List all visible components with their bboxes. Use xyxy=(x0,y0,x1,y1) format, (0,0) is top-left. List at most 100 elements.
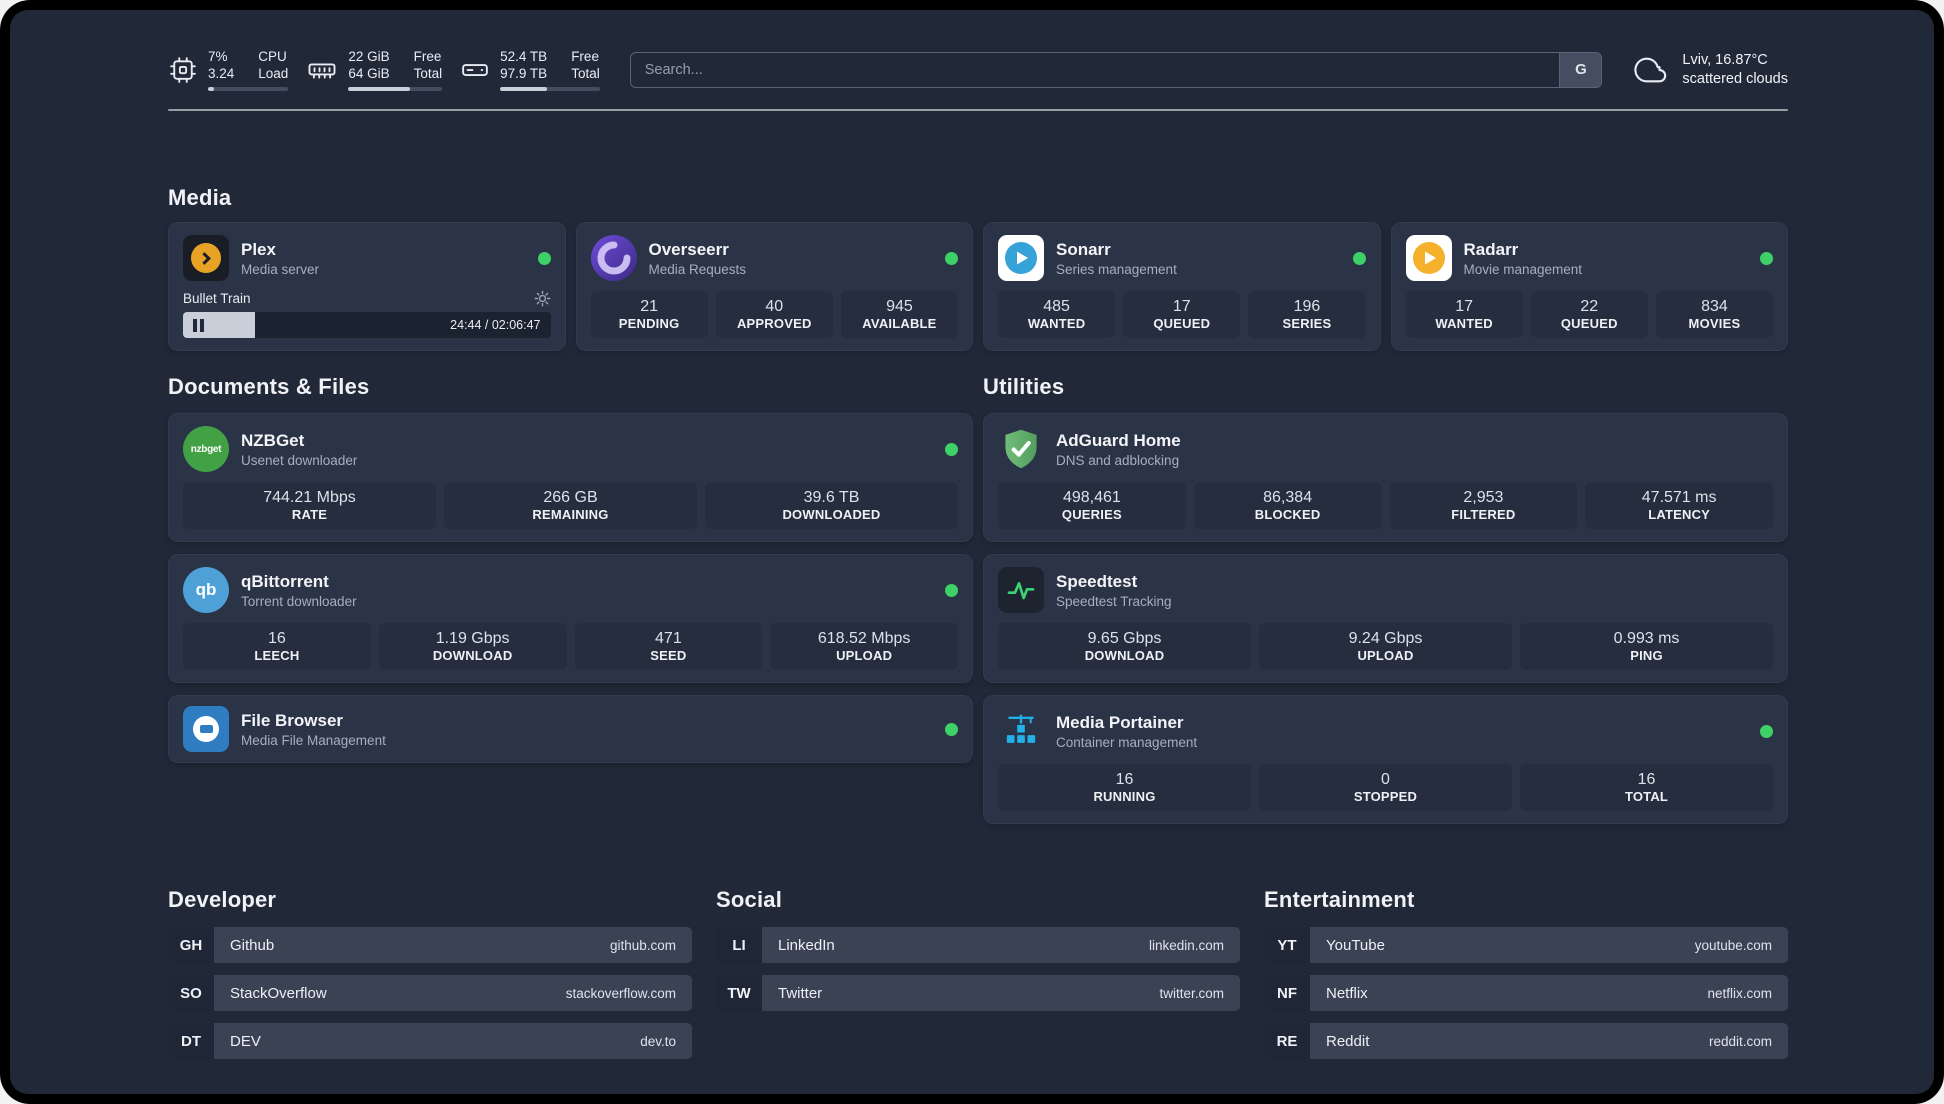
weather-condition: scattered clouds xyxy=(1682,70,1788,87)
status-dot-online xyxy=(1760,724,1773,738)
bookmark-badge: SO xyxy=(168,975,214,1011)
app-name: File Browser xyxy=(241,710,344,730)
app-card-plex[interactable]: Plex Media server Bullet Train 24:44 / 0… xyxy=(168,222,566,351)
app-card-speedtest[interactable]: Speedtest Speedtest Tracking 9.65 Gbps D… xyxy=(983,554,1788,683)
search-engine-button[interactable]: G xyxy=(1559,52,1602,87)
bookmark-badge: NF xyxy=(1264,975,1310,1011)
app-subtitle: Speedtest Tracking xyxy=(1056,593,1172,609)
section-documents: Documents & Files nzbget NZBGet Usenet d… xyxy=(168,374,973,763)
stat-label: UPLOAD xyxy=(836,648,893,663)
stat-label: PING xyxy=(1630,648,1663,663)
playback-progress-bar[interactable]: 24:44 / 02:06:47 xyxy=(183,312,551,338)
portainer-icon xyxy=(998,708,1044,754)
bookmark-badge: YT xyxy=(1264,927,1310,963)
app-card-nzbget[interactable]: nzbget NZBGet Usenet downloader 744.21 M… xyxy=(168,413,973,542)
stat-value: 47.571 ms xyxy=(1641,489,1717,506)
stat-upload: 9.24 Gbps UPLOAD xyxy=(1259,623,1512,670)
bookmark-url: stackoverflow.com xyxy=(565,985,676,1001)
app-card-overseerr[interactable]: Overseerr Media Requests 21 PENDING 40 A… xyxy=(575,222,973,351)
storage-label-top: Free xyxy=(571,49,599,64)
stat-label: STOPPED xyxy=(1353,789,1418,804)
app-name: AdGuard Home xyxy=(1056,430,1181,450)
bookmark-name: Twitter xyxy=(778,984,823,1002)
storage-free: 52.4 TB xyxy=(500,49,548,64)
stat-queries: 498,461 QUERIES xyxy=(998,482,1186,529)
bookmark-stackoverflow[interactable]: SO StackOverflow stackoverflow.com xyxy=(168,975,692,1011)
status-dot-online xyxy=(945,442,958,456)
app-card-sonarr[interactable]: Sonarr Series management 485 WANTED 17 Q… xyxy=(983,222,1381,351)
stat-label: BLOCKED xyxy=(1254,507,1321,522)
app-name: Sonarr xyxy=(1056,239,1111,259)
stat-value: 17 xyxy=(1172,298,1191,315)
settings-gear-icon[interactable] xyxy=(534,290,551,307)
bookmark-linkedin[interactable]: LI LinkedIn linkedin.com xyxy=(716,927,1240,963)
stat-label: DOWNLOAD xyxy=(1084,648,1165,663)
app-name: Plex xyxy=(241,239,276,259)
status-dot-online xyxy=(945,251,958,265)
stat-value: 618.52 Mbps xyxy=(817,630,911,647)
qbittorrent-icon-label: qb xyxy=(195,580,217,599)
memory-label-bottom: Total xyxy=(413,66,443,81)
stat-movies: 834 MOVIES xyxy=(1655,291,1774,338)
search-input[interactable] xyxy=(630,52,1560,87)
stat-label: LATENCY xyxy=(1648,507,1711,522)
stat-value: 9.24 Gbps xyxy=(1348,630,1423,647)
bookmark-name: Netflix xyxy=(1326,984,1368,1002)
section-heading-utilities: Utilities xyxy=(983,374,1065,399)
stat-download: 1.19 Gbps DOWNLOAD xyxy=(378,623,567,670)
bookmark-badge: DT xyxy=(168,1023,214,1059)
stat-label: RUNNING xyxy=(1093,789,1156,804)
app-card-radarr[interactable]: Radarr Movie management 17 WANTED 22 QUE… xyxy=(1390,222,1788,351)
bookmark-github[interactable]: GH Github github.com xyxy=(168,927,692,963)
memory-monitor: 22 GiB 64 GiB Free Total xyxy=(306,48,443,91)
hard-drive-icon xyxy=(460,55,490,85)
stat-available: 945 AVAILABLE xyxy=(840,291,959,338)
storage-label-bottom: Total xyxy=(571,66,600,81)
stat-label: QUERIES xyxy=(1061,507,1122,522)
bookmark-twitter[interactable]: TW Twitter twitter.com xyxy=(716,975,1240,1011)
storage-monitor: 52.4 TB 97.9 TB Free Total xyxy=(460,48,600,91)
section-heading-developer: Developer xyxy=(168,887,277,912)
memory-free: 22 GiB xyxy=(348,49,390,64)
bookmark-url: reddit.com xyxy=(1708,1033,1772,1049)
stat-stopped: 0 STOPPED xyxy=(1259,764,1512,811)
stat-wanted: 17 WANTED xyxy=(1405,291,1523,338)
app-card-portainer[interactable]: Media Portainer Container management 16 … xyxy=(983,695,1788,824)
app-subtitle: Media Requests xyxy=(648,261,747,277)
bookmark-group-developer: Developer GH Github github.com SO StackO… xyxy=(168,887,692,1059)
app-card-adguard[interactable]: AdGuard Home DNS and adblocking 498,461 … xyxy=(983,413,1788,542)
bookmark-reddit[interactable]: RE Reddit reddit.com xyxy=(1264,1023,1788,1059)
bookmark-badge: LI xyxy=(716,927,762,963)
bookmark-group-entertainment: Entertainment YT YouTube youtube.com NF … xyxy=(1264,887,1788,1059)
stat-series: 196 SERIES xyxy=(1248,291,1366,338)
search-bar[interactable]: G xyxy=(629,51,1603,88)
stat-filtered: 2,953 FILTERED xyxy=(1389,482,1578,529)
stat-value: 945 xyxy=(886,298,913,315)
cpu-usage-bar-fill xyxy=(208,87,214,91)
cpu-label-bottom: Load xyxy=(258,66,289,81)
stat-value: 485 xyxy=(1043,298,1070,315)
bookmark-url: youtube.com xyxy=(1694,937,1772,953)
cpu-usage-bar xyxy=(208,87,289,91)
bookmark-badge: TW xyxy=(716,975,762,1011)
section-media: Media Plex Media server Bullet Train 24:… xyxy=(168,185,1788,351)
bookmark-youtube[interactable]: YT YouTube youtube.com xyxy=(1264,927,1788,963)
stat-running: 16 RUNNING xyxy=(998,764,1251,811)
bookmark-netflix[interactable]: NF Netflix netflix.com xyxy=(1264,975,1788,1011)
status-dot-online xyxy=(945,583,958,597)
app-card-qbittorrent[interactable]: qb qBittorrent Torrent downloader 16 LEE… xyxy=(168,554,973,683)
window-frame: 7% 3.24 CPU Load 22 GiB 64 GiB Free Tota… xyxy=(0,0,1944,1104)
plex-icon xyxy=(183,235,229,281)
status-dot-online xyxy=(1760,251,1773,265)
app-card-filebrowser[interactable]: File Browser Media File Management xyxy=(168,695,973,763)
stat-approved: 40 APPROVED xyxy=(715,291,833,338)
cpu-load: 3.24 xyxy=(208,66,235,81)
speedtest-icon xyxy=(998,567,1044,613)
stat-wanted: 485 WANTED xyxy=(998,291,1116,338)
bookmark-dev[interactable]: DT DEV dev.to xyxy=(168,1023,692,1059)
filebrowser-icon xyxy=(183,706,229,752)
section-heading-media: Media xyxy=(168,185,232,210)
app-name: Speedtest xyxy=(1056,571,1138,591)
pause-icon[interactable] xyxy=(193,318,204,332)
memory-total: 64 GiB xyxy=(348,66,390,81)
